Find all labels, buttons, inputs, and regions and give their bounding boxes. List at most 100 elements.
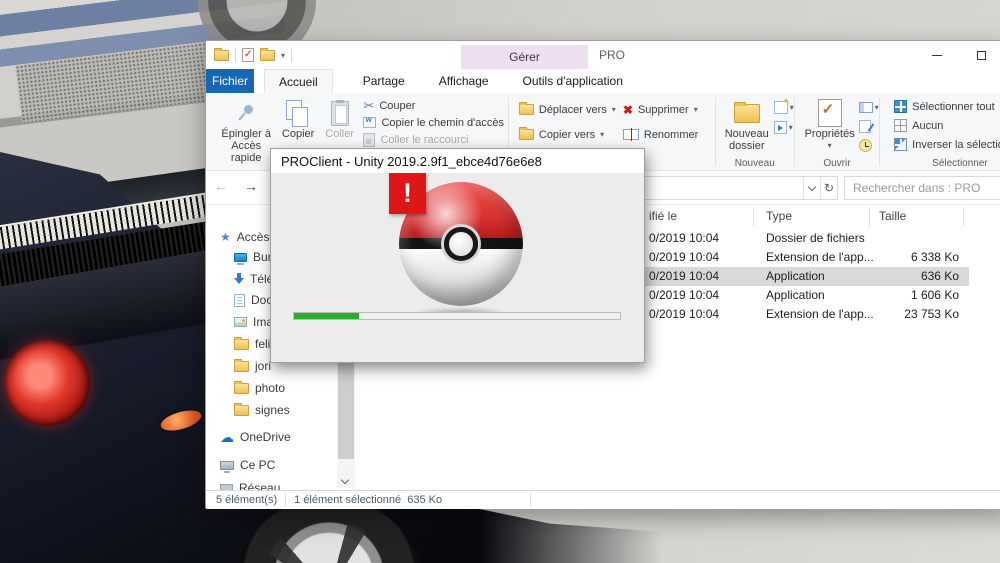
tab-fichier[interactable]: Fichier bbox=[206, 69, 254, 93]
tab-outils-application[interactable]: Outils d'application bbox=[509, 69, 637, 93]
new-group: Nouveau dossier ▾ ▾ Nouveau bbox=[716, 93, 794, 170]
dialog-title[interactable]: PROClient - Unity 2019.2.9f1_ebce4d76e6e… bbox=[271, 149, 644, 173]
progress-bar bbox=[293, 312, 621, 320]
rename-label: Renommer bbox=[644, 129, 698, 141]
history-icon bbox=[859, 139, 872, 152]
sidebar-item-onedrive[interactable]: ☁OneDrive bbox=[220, 427, 291, 447]
delete-button[interactable]: ✖ Supprimer ▾ bbox=[619, 97, 715, 122]
edit-button[interactable] bbox=[859, 118, 879, 134]
paste-shortcut-button[interactable]: Coller le raccourci bbox=[359, 131, 508, 148]
cell-type: Extension de l'app... bbox=[766, 307, 874, 321]
maximize-button[interactable] bbox=[959, 41, 1000, 69]
cell-type: Application bbox=[766, 288, 825, 302]
tab-accueil[interactable]: Accueil bbox=[264, 69, 333, 93]
copy-to-button[interactable]: Copier vers ▾ bbox=[515, 122, 619, 147]
scrollbar-down-arrow-icon[interactable] bbox=[341, 476, 349, 484]
manage-contextual-tab[interactable]: Gérer bbox=[461, 45, 588, 69]
divider bbox=[530, 494, 531, 506]
sidebar-item-photo[interactable]: photo bbox=[234, 378, 285, 398]
sidebar-item-feli[interactable]: feli bbox=[234, 334, 270, 354]
column-divider[interactable] bbox=[869, 207, 870, 226]
paste-shortcut-icon bbox=[363, 133, 375, 147]
cell-modified: 0/2019 10:04 bbox=[649, 231, 719, 245]
alert-badge: ! bbox=[389, 173, 426, 214]
sidebar-item-label: Ce PC bbox=[240, 458, 275, 472]
select-all-button[interactable]: Sélectionner tout bbox=[890, 97, 1000, 116]
sidebar-item-signes[interactable]: signes bbox=[234, 400, 290, 420]
open-button[interactable]: ▾ bbox=[859, 99, 879, 115]
selection-summary: 1 élément sélectionné 635 Ko bbox=[294, 494, 442, 506]
select-none-icon bbox=[894, 119, 907, 132]
search-input[interactable]: Rechercher dans : PRO bbox=[844, 176, 1000, 200]
star-icon: ★ bbox=[220, 230, 231, 244]
back-button[interactable]: ← bbox=[214, 178, 228, 194]
column-header-size[interactable]: Taille bbox=[879, 209, 906, 223]
properties-icon bbox=[818, 99, 842, 127]
new-item-button[interactable]: ▾ bbox=[774, 99, 794, 115]
copy-path-icon bbox=[363, 117, 376, 128]
sidebar-item-label: jori bbox=[255, 359, 271, 373]
move-to-button[interactable]: Déplacer vers ▾ bbox=[515, 97, 619, 122]
computer-icon bbox=[220, 461, 234, 470]
select-all-label: Sélectionner tout bbox=[912, 101, 995, 113]
cell-size: 636 Ko bbox=[869, 269, 959, 283]
forward-button[interactable]: → bbox=[244, 178, 258, 194]
select-none-button[interactable]: Aucun bbox=[890, 116, 1000, 135]
refresh-button[interactable]: ↻ bbox=[820, 177, 837, 199]
cell-modified: 0/2019 10:04 bbox=[649, 307, 719, 321]
image-icon bbox=[234, 317, 247, 327]
history-button[interactable] bbox=[859, 137, 879, 153]
copy-path-button[interactable]: Copier le chemin d'accès bbox=[359, 114, 508, 131]
column-divider[interactable] bbox=[753, 207, 754, 226]
edit-icon bbox=[859, 120, 871, 133]
chevron-down-icon: ▾ bbox=[875, 103, 879, 112]
pin-icon bbox=[238, 103, 254, 123]
cell-type: Extension de l'app... bbox=[766, 250, 874, 264]
folder-icon bbox=[234, 405, 249, 416]
rename-button[interactable]: Renommer bbox=[619, 122, 715, 147]
tab-affichage[interactable]: Affichage bbox=[425, 69, 503, 93]
chevron-down-icon: ▾ bbox=[790, 103, 794, 112]
sidebar-item-label: feli bbox=[255, 337, 270, 351]
ribbon-tab-strip: Fichier Accueil Partage Affichage Outils… bbox=[206, 69, 1000, 93]
pin-to-quick-access-button[interactable]: Épingler à Accès rapide bbox=[216, 93, 276, 170]
minimize-button[interactable] bbox=[914, 41, 959, 69]
properties-label: Propriétés bbox=[805, 128, 855, 140]
column-header-modified[interactable]: ifié le bbox=[649, 209, 677, 223]
chevron-down-icon[interactable]: ▾ bbox=[281, 51, 285, 60]
invert-selection-button[interactable]: Inverser la sélection bbox=[890, 135, 1000, 154]
folder-icon bbox=[234, 361, 249, 372]
open-group: Propriétés ▾ ▾ Ouvrir bbox=[795, 93, 880, 170]
quick-access-toolbar: ▾ bbox=[214, 41, 292, 69]
address-dropdown-button[interactable] bbox=[803, 177, 820, 199]
chevron-down-icon bbox=[808, 182, 816, 190]
column-divider[interactable] bbox=[963, 207, 964, 226]
cell-modified: 0/2019 10:04 bbox=[649, 250, 719, 264]
tab-partage[interactable]: Partage bbox=[349, 69, 419, 93]
clipboard-icon bbox=[331, 101, 349, 126]
scissors-icon: ✂ bbox=[363, 98, 374, 114]
new-item-icon bbox=[774, 101, 788, 114]
copy-icon bbox=[286, 100, 310, 126]
open-icon bbox=[859, 102, 873, 113]
chevron-down-icon: ▾ bbox=[694, 105, 698, 114]
properties-check-icon[interactable] bbox=[242, 48, 254, 62]
pokeball-button bbox=[444, 227, 478, 261]
new-folder-icon[interactable] bbox=[260, 50, 275, 61]
download-icon bbox=[234, 273, 244, 285]
cell-type: Application bbox=[766, 269, 825, 283]
easy-access-button[interactable]: ▾ bbox=[774, 119, 794, 135]
cut-button[interactable]: ✂ Couper bbox=[359, 97, 508, 114]
column-header-type[interactable]: Type bbox=[766, 209, 792, 223]
rename-icon bbox=[623, 129, 639, 140]
delete-x-icon: ✖ bbox=[623, 103, 633, 117]
sidebar-item-ce-pc[interactable]: Ce PC bbox=[220, 455, 275, 475]
sidebar-item-jori[interactable]: jori bbox=[234, 356, 271, 376]
refresh-icon: ↻ bbox=[824, 181, 834, 195]
desktop: ▾ Gérer PRO Fichier Accueil Partage Affi… bbox=[0, 0, 1000, 563]
select-none-label: Aucun bbox=[912, 120, 943, 132]
folder-icon[interactable] bbox=[214, 50, 229, 61]
cloud-icon: ☁ bbox=[220, 429, 234, 446]
move-to-label: Déplacer vers bbox=[539, 104, 607, 116]
document-icon bbox=[234, 294, 245, 307]
